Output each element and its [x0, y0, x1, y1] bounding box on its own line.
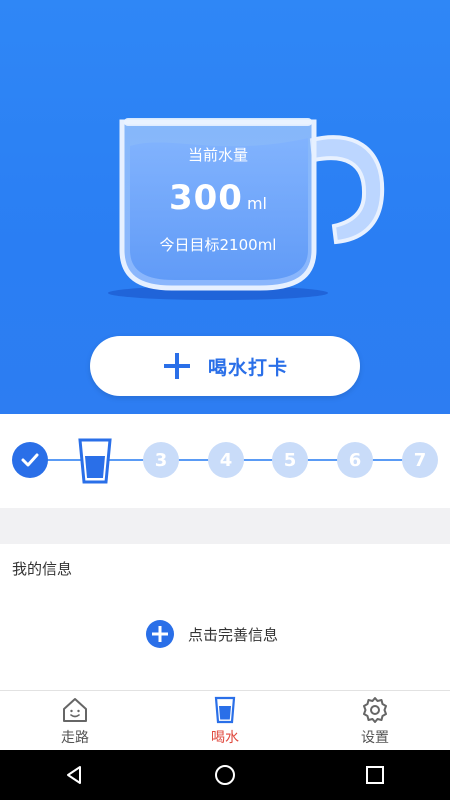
system-navigation-bar [0, 750, 450, 800]
complete-info-label: 点击完善信息 [188, 625, 279, 644]
checkmark-icon [21, 453, 39, 467]
add-circle-icon [146, 620, 174, 648]
current-water-value: 300 [168, 178, 243, 218]
tab-walk[interactable]: 走路 [0, 691, 150, 750]
checkin-button-label: 喝水打卡 [207, 356, 288, 379]
recents-icon[interactable] [363, 763, 387, 787]
hero-panel: 当前水量 300 ml 今日目标2100ml 喝水打卡 [0, 0, 450, 414]
section-divider [0, 508, 450, 544]
step-6: 6 [337, 442, 373, 478]
tab-drink[interactable]: 喝水 [150, 691, 300, 750]
bottom-tab-bar: 走路 喝水 设置 [0, 690, 450, 750]
water-cup-illustration: 当前水量 300 ml 今日目标2100ml [100, 100, 390, 300]
drink-checkin-button[interactable]: 喝水打卡 [90, 336, 360, 396]
daily-target-label: 今日目标2100ml [159, 236, 277, 254]
tab-walk-label: 走路 [61, 729, 89, 746]
step-4: 4 [208, 442, 244, 478]
step-1-done [12, 442, 48, 478]
back-icon[interactable] [63, 763, 87, 787]
checkin-progress: 3 4 5 6 7 [0, 414, 450, 508]
plus-icon [163, 353, 190, 379]
my-info-panel: 我的信息 点击完善信息 [0, 544, 450, 690]
step-5: 5 [272, 442, 308, 478]
current-water-unit: ml [246, 194, 267, 213]
complete-info-button[interactable]: 点击完善信息 [146, 620, 278, 648]
tab-drink-label: 喝水 [211, 729, 239, 746]
water-cup-icon [214, 696, 236, 723]
tab-settings[interactable]: 设置 [300, 691, 450, 750]
gear-icon [363, 696, 387, 723]
step-7: 7 [402, 442, 438, 478]
home-icon[interactable] [213, 763, 237, 787]
step-2-cup-icon [76, 438, 114, 486]
current-water-amount: 300 ml [100, 178, 336, 218]
current-water-label: 当前水量 [187, 146, 248, 164]
house-face-icon [63, 697, 87, 722]
tab-settings-label: 设置 [361, 729, 389, 746]
step-3: 3 [143, 442, 179, 478]
my-info-title: 我的信息 [12, 560, 73, 578]
